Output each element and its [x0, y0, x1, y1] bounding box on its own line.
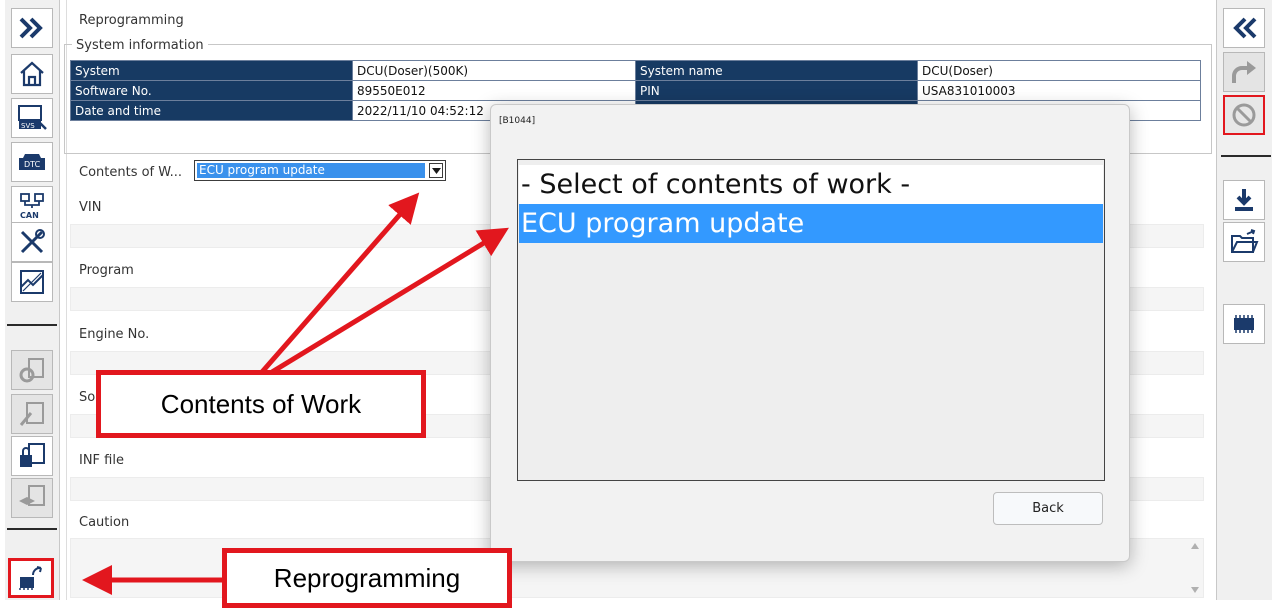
scroll-down-icon[interactable]: [1191, 587, 1199, 593]
lock-settings-button[interactable]: [11, 436, 53, 476]
toolbar-separator: [7, 324, 57, 326]
monitor-button[interactable]: [11, 262, 53, 302]
reprogramming-icon: [19, 566, 42, 590]
download-icon: [1235, 189, 1253, 211]
system-value: DCU(Doser)(500K): [352, 60, 636, 81]
contents-of-work-dropdown[interactable]: ECU program update: [194, 160, 446, 181]
svg-text:SVS: SVS: [21, 122, 35, 130]
contents-of-work-dialog: [B1044] - Select of contents of work - E…: [490, 104, 1130, 562]
software-no-label: Software No.: [70, 80, 353, 101]
system-name-value: DCU(Doser): [917, 60, 1201, 81]
dtc-button[interactable]: DTC: [11, 142, 53, 182]
forward-disabled-button[interactable]: [1223, 52, 1265, 92]
collapse-button[interactable]: [1223, 8, 1265, 48]
software-no-value: 89550E012: [352, 80, 636, 101]
panel-title: Reprogramming: [79, 13, 184, 28]
open-folder-icon: [1231, 229, 1259, 253]
list-item[interactable]: - Select of contents of work -: [519, 165, 1103, 204]
expand-icon: [19, 17, 43, 39]
system-name-label: System name: [635, 60, 918, 81]
pin-value: USA831010003: [917, 80, 1201, 101]
reprogramming-button[interactable]: [8, 558, 54, 598]
prohibited-icon: [1232, 103, 1256, 127]
program-label: Program: [79, 263, 134, 278]
svs-icon: SVS: [18, 105, 47, 130]
tools-button[interactable]: [11, 222, 53, 262]
screen: SVS DTC CAN Reprogramming System informa…: [0, 0, 1280, 611]
tools-icon: [20, 229, 45, 254]
open-folder-button[interactable]: [1223, 222, 1265, 262]
vin-label: VIN: [79, 200, 102, 215]
home-icon: [20, 61, 44, 87]
monitor-icon: [20, 270, 44, 294]
scroll-up-icon[interactable]: [1191, 543, 1199, 549]
software-label-partial: So: [79, 390, 96, 405]
table-row: Software No. 89550E012 PIN USA831010003: [70, 80, 1201, 101]
settings-disabled-button[interactable]: [11, 350, 53, 390]
prohibited-button[interactable]: [1223, 95, 1265, 135]
ecu-chip-icon: [1234, 315, 1254, 333]
training-disabled-button[interactable]: [11, 478, 53, 518]
svg-text:DTC: DTC: [24, 160, 41, 169]
chevron-down-icon[interactable]: [429, 163, 443, 178]
edit-disabled-icon: [19, 402, 44, 426]
contents-of-work-list: - Select of contents of work - ECU progr…: [517, 159, 1105, 481]
svs-button[interactable]: SVS: [11, 98, 53, 138]
dtc-icon: DTC: [19, 154, 45, 170]
forward-disabled-icon: [1232, 61, 1256, 83]
back-button[interactable]: Back: [993, 492, 1103, 525]
home-button[interactable]: [11, 54, 53, 94]
training-disabled-icon: [19, 485, 45, 506]
inf-file-label: INF file: [79, 453, 124, 468]
contents-of-work-label: Contents of W...: [79, 165, 183, 180]
contents-of-work-value: ECU program update: [197, 163, 425, 178]
caution-label: Caution: [79, 515, 130, 530]
can-button[interactable]: CAN: [11, 186, 53, 226]
list-item-selected[interactable]: ECU program update: [519, 204, 1103, 243]
dialog-title: [B1044]: [499, 116, 536, 126]
download-button[interactable]: [1223, 180, 1265, 220]
date-time-label: Date and time: [70, 100, 353, 121]
svg-text:CAN: CAN: [20, 211, 39, 220]
left-toolbar: SVS DTC CAN: [5, 0, 60, 600]
can-icon: CAN: [20, 193, 44, 220]
system-label: System: [70, 60, 353, 81]
reprogramming-callout: Reprogramming: [222, 548, 512, 608]
edit-disabled-button[interactable]: [11, 394, 53, 434]
contents-of-work-callout: Contents of Work: [96, 370, 426, 438]
pin-label: PIN: [635, 80, 918, 101]
expand-button[interactable]: [11, 8, 53, 48]
collapse-icon: [1233, 17, 1257, 39]
toolbar-separator-right: [1221, 155, 1271, 157]
lock-settings-icon: [20, 443, 45, 467]
system-information-title: System information: [72, 38, 208, 53]
engine-no-label: Engine No.: [79, 327, 150, 342]
settings-disabled-icon: [19, 358, 44, 383]
toolbar-separator-2: [7, 528, 57, 530]
ecu-chip-button[interactable]: [1223, 304, 1265, 344]
right-toolbar: [1216, 0, 1272, 600]
table-row: System DCU(Doser)(500K) System name DCU(…: [70, 60, 1201, 81]
caution-scrollbar[interactable]: [1187, 539, 1203, 597]
